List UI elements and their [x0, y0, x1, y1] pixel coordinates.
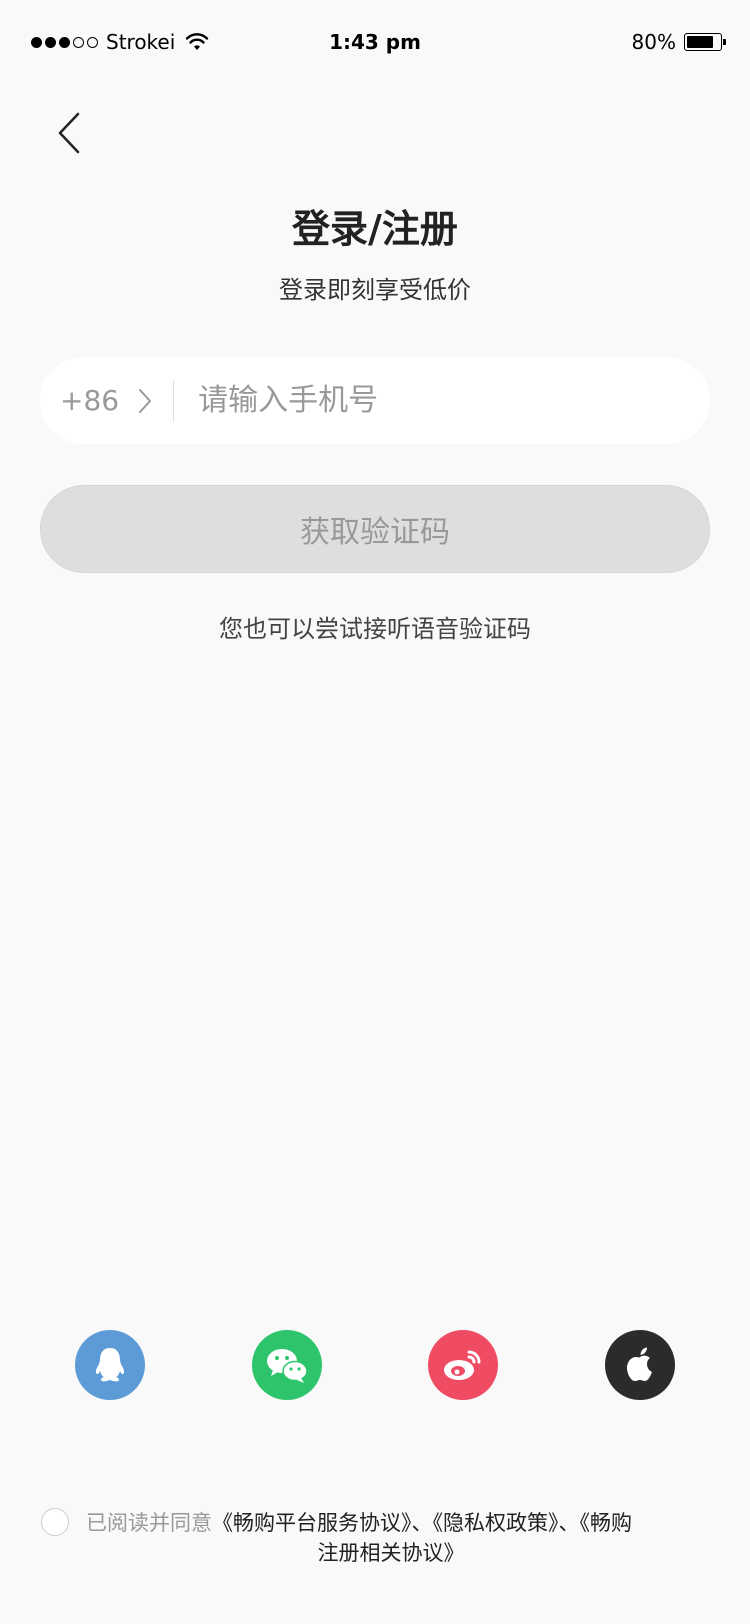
get-code-button[interactable]: 获取验证码: [40, 485, 710, 573]
chevron-right-icon[interactable]: [137, 387, 153, 415]
qq-icon: [95, 1348, 125, 1382]
phone-input[interactable]: [196, 382, 710, 419]
agreement-separator: 、: [411, 1511, 433, 1535]
privacy-policy-link[interactable]: 《隐私权政策》: [433, 1511, 559, 1535]
status-right: 80%: [631, 30, 726, 54]
wechat-login-button[interactable]: [252, 1330, 322, 1400]
battery-percent: 80%: [631, 30, 676, 54]
back-button[interactable]: [52, 108, 92, 158]
weibo-login-button[interactable]: [428, 1330, 498, 1400]
agreement-checkbox[interactable]: [41, 1508, 69, 1536]
voice-code-link[interactable]: 您也可以尝试接听语音验证码: [0, 609, 750, 644]
apple-login-button[interactable]: [605, 1330, 675, 1400]
registration-agreement-link[interactable]: 《畅购: [580, 1511, 633, 1535]
service-agreement-link[interactable]: 《畅购平台服务协议》: [212, 1511, 412, 1535]
chevron-left-icon: [58, 112, 80, 154]
battery-icon: [684, 33, 726, 51]
wechat-icon: [267, 1349, 308, 1383]
agreement-prefix: 已阅读并同意: [86, 1511, 212, 1535]
social-login-row: [0, 1330, 750, 1400]
agreement-separator: 、: [558, 1511, 580, 1535]
agreement-text: 已阅读并同意《畅购平台服务协议》、《隐私权政策》、《畅购 注册相关协议》: [86, 1508, 716, 1568]
registration-agreement-link-cont[interactable]: 注册相关协议》: [86, 1538, 716, 1568]
qq-login-button[interactable]: [75, 1330, 145, 1400]
weibo-icon: [444, 1350, 481, 1380]
divider: [173, 379, 175, 422]
status-bar: Strokei 1:43 pm 80%: [0, 0, 750, 90]
page-subtitle: 登录即刻享受低价: [279, 276, 471, 304]
phone-field: +86: [40, 357, 710, 444]
page-title: 登录/注册: [292, 207, 458, 251]
country-code-selector[interactable]: +86: [60, 384, 119, 417]
apple-icon: [627, 1347, 652, 1381]
battery-level: [687, 36, 713, 48]
